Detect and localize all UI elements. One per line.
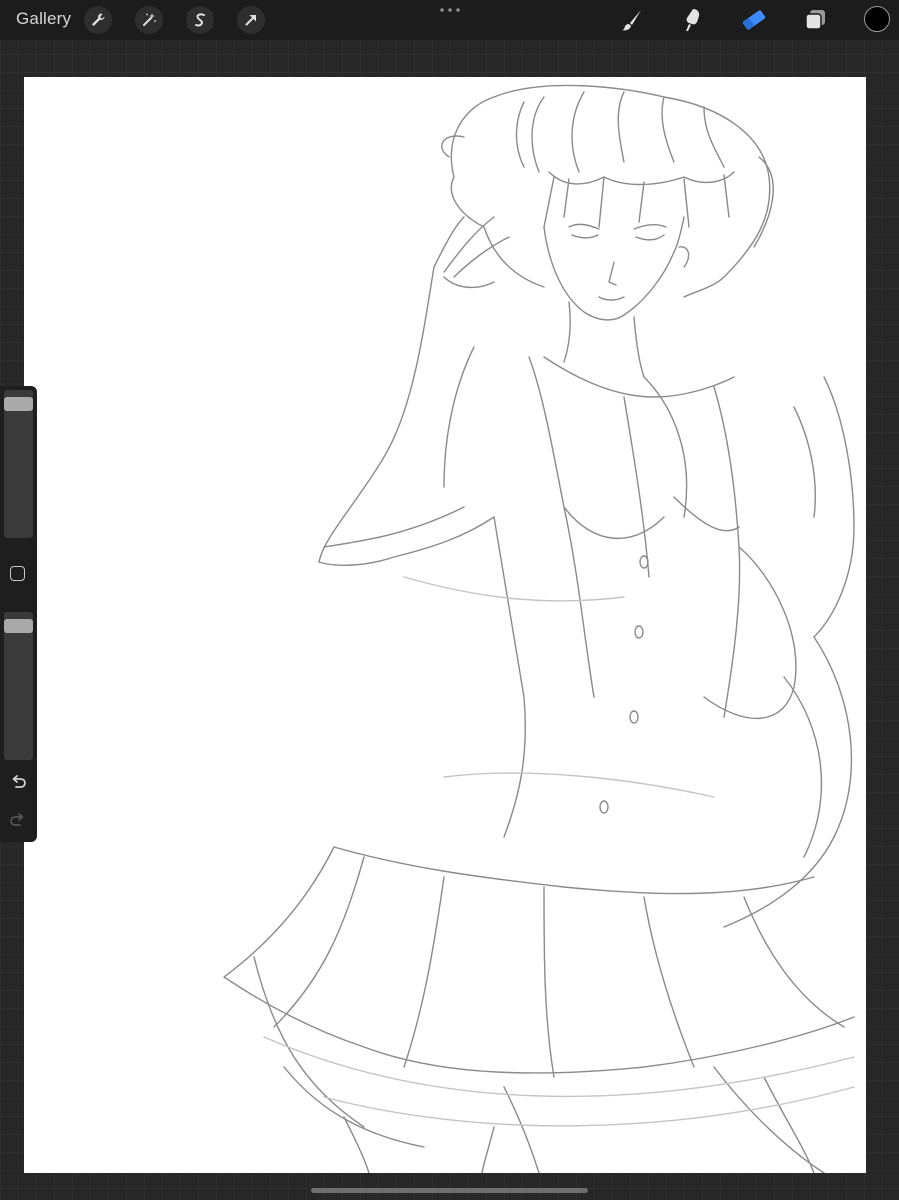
- magic-wand-icon: [143, 13, 156, 26]
- paint-tool-button[interactable]: [617, 6, 647, 34]
- gallery-button[interactable]: Gallery: [16, 9, 71, 29]
- undo-icon[interactable]: [8, 772, 28, 792]
- more-dots-icon[interactable]: [438, 4, 462, 16]
- selection-s-icon: [195, 13, 205, 27]
- wrench-icon: [92, 13, 105, 26]
- smudge-icon: [686, 9, 700, 31]
- transform-arrow-icon: [245, 15, 256, 26]
- left-sidebar: [0, 386, 37, 842]
- layers-button[interactable]: [800, 6, 830, 34]
- opacity-slider[interactable]: [4, 612, 33, 760]
- color-picker-swatch[interactable]: [864, 6, 890, 32]
- pencil-sketch: [223, 84, 855, 1173]
- drawing-canvas[interactable]: [24, 77, 866, 1173]
- selection-button[interactable]: [186, 6, 214, 34]
- modify-square-icon[interactable]: [10, 566, 25, 581]
- home-indicator[interactable]: [311, 1188, 588, 1193]
- brush-size-slider[interactable]: [4, 390, 33, 538]
- transform-button[interactable]: [237, 6, 265, 34]
- actions-button[interactable]: [84, 6, 112, 34]
- eraser-icon: [742, 10, 766, 30]
- smudge-tool-button[interactable]: [678, 6, 708, 34]
- eraser-tool-button[interactable]: [739, 6, 769, 34]
- procreate-app: Gallery: [0, 0, 899, 1200]
- brush-size-thumb[interactable]: [4, 397, 33, 411]
- layers-icon: [805, 10, 825, 30]
- brush-icon: [622, 10, 641, 31]
- adjustments-button[interactable]: [135, 6, 163, 34]
- redo-icon[interactable]: [8, 810, 28, 830]
- top-toolbar: Gallery: [0, 0, 899, 40]
- opacity-thumb[interactable]: [4, 619, 33, 633]
